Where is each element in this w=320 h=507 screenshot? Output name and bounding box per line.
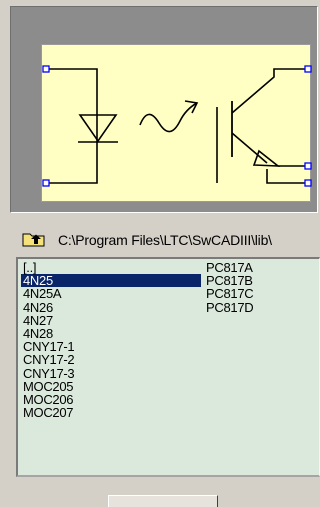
component-list[interactable]: [..] 4N25 4N25A 4N26 4N27 4N28 CNY17-1 CNY17-2 C… bbox=[16, 257, 320, 477]
component-list-column-2: PC817A PC817B PC817C PC817D bbox=[204, 261, 319, 314]
symbol-preview-canvas bbox=[41, 44, 312, 202]
component-list-item[interactable]: CNY17-3 bbox=[21, 366, 201, 380]
component-list-item[interactable]: PC817D bbox=[204, 300, 319, 314]
folder-up-icon[interactable] bbox=[22, 231, 46, 247]
component-list-item[interactable]: CNY17-2 bbox=[21, 353, 201, 366]
component-list-item[interactable]: PC817C bbox=[204, 287, 319, 300]
symbol-preview-panel bbox=[10, 6, 318, 213]
emitter-wire bbox=[231, 132, 268, 164]
pin-marker bbox=[42, 179, 50, 187]
pin-marker bbox=[304, 65, 312, 73]
current-path: C:\Program Files\LTC\SwCADIII\lib\ bbox=[58, 232, 272, 248]
led-triangle bbox=[78, 114, 118, 143]
light-arrow bbox=[139, 102, 198, 133]
anode-wire bbox=[46, 68, 98, 142]
optocoupler-symbol bbox=[42, 65, 312, 187]
collector-wire bbox=[231, 68, 308, 114]
component-list-item[interactable]: 4N27 bbox=[21, 314, 201, 327]
component-list-item[interactable]: 4N25A bbox=[21, 287, 201, 300]
path-bar: C:\Program Files\LTC\SwCADIII\lib\ bbox=[8, 230, 320, 250]
component-list-item[interactable]: MOC205 bbox=[21, 380, 201, 393]
component-picker-window: C:\Program Files\LTC\SwCADIII\lib\ [..] 4… bbox=[0, 0, 320, 507]
cathode-wire bbox=[46, 142, 98, 184]
dialog-button[interactable] bbox=[108, 495, 218, 507]
pin-marker bbox=[304, 179, 312, 187]
pin-marker bbox=[42, 65, 50, 73]
emitter-arrow bbox=[252, 149, 281, 167]
component-list-item[interactable]: MOC207 bbox=[21, 406, 201, 419]
pin-marker bbox=[304, 162, 312, 170]
component-list-item[interactable]: 4N26 bbox=[21, 300, 201, 314]
component-list-column-1: [..] 4N25 4N25A 4N26 4N27 4N28 CNY17-1 CNY17-2 C… bbox=[21, 261, 201, 419]
emitter-ground bbox=[266, 169, 308, 184]
